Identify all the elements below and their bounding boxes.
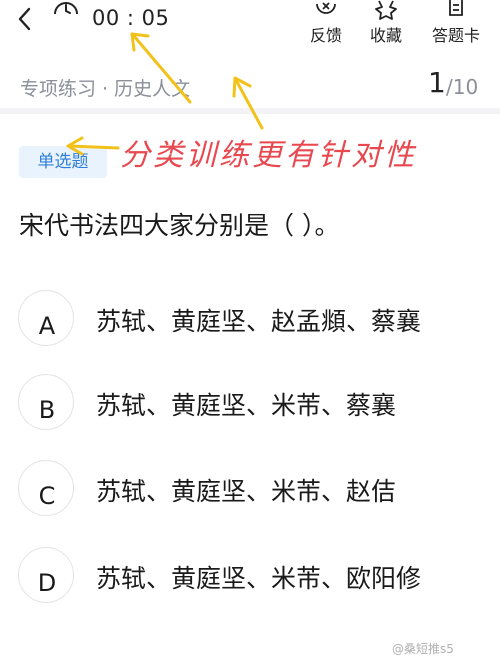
feedback-button[interactable]: 反馈 bbox=[296, 0, 356, 50]
total-questions: /10 bbox=[446, 75, 479, 99]
option-text: 苏轼、黄庭坚、米芾、赵佶 bbox=[96, 477, 397, 506]
answer-card-label: 答题卡 bbox=[431, 26, 480, 45]
back-button[interactable] bbox=[12, 4, 38, 34]
answer-card-icon bbox=[449, 0, 463, 16]
star-icon bbox=[375, 0, 397, 20]
back-chevron-icon bbox=[18, 7, 31, 31]
option-d[interactable]: D 苏轼、黄庭坚、米芾、欧阳修 bbox=[18, 547, 488, 607]
option-text: 苏轼、黄庭坚、米芾、蔡襄 bbox=[96, 391, 397, 420]
option-text: 苏轼、黄庭坚、米芾、欧阳修 bbox=[96, 564, 422, 593]
option-letter: C bbox=[38, 482, 56, 510]
elapsed-timer: 00 : 05 bbox=[92, 6, 170, 30]
top-bar: 00 : 05 反馈 收藏 答题卡 bbox=[0, 0, 500, 56]
option-b[interactable]: B 苏轼、黄庭坚、米芾、蔡襄 bbox=[18, 374, 488, 434]
option-text: 苏轼、黄庭坚、赵孟頫、蔡襄 bbox=[96, 307, 422, 336]
answer-card-button[interactable]: 答题卡 bbox=[426, 0, 486, 50]
question-text: 宋代书法四大家分别是（ ）。 bbox=[19, 211, 340, 240]
favorite-label: 收藏 bbox=[369, 26, 402, 45]
feedback-label: 反馈 bbox=[309, 26, 342, 45]
option-letter-circle: D bbox=[18, 547, 74, 603]
current-question-number: 1 bbox=[428, 66, 446, 99]
option-c[interactable]: C 苏轼、黄庭坚、米芾、赵佶 bbox=[18, 460, 488, 520]
option-letter: D bbox=[37, 569, 57, 597]
option-letter-circle: B bbox=[18, 374, 74, 430]
feedback-x-icon bbox=[316, 2, 336, 14]
practice-subheader: 专项练习 · 历史人文 1 /10 bbox=[0, 60, 500, 114]
option-a[interactable]: A 苏轼、黄庭坚、赵孟頫、蔡襄 bbox=[18, 290, 488, 350]
option-letter-circle: C bbox=[18, 460, 74, 516]
option-letter: A bbox=[38, 312, 56, 340]
clock-icon bbox=[54, 2, 78, 15]
option-letter: B bbox=[38, 396, 56, 424]
watermark: @桑短推s5 bbox=[392, 642, 454, 656]
question-type-tag: 单选题 bbox=[19, 146, 107, 178]
annotation-text: 分类训练更有针对性 bbox=[120, 138, 417, 173]
practice-category: 专项练习 · 历史人文 bbox=[20, 78, 191, 100]
favorite-button[interactable]: 收藏 bbox=[356, 0, 416, 50]
option-letter-circle: A bbox=[18, 290, 74, 346]
